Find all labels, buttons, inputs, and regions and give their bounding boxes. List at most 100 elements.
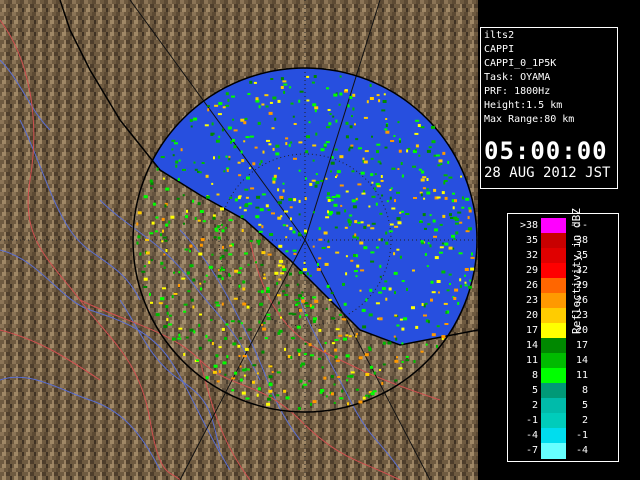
echo-pixel bbox=[425, 343, 428, 346]
echo-pixel bbox=[282, 189, 285, 193]
echo-pixel bbox=[354, 233, 357, 237]
echo-pixel bbox=[453, 238, 456, 240]
echo-pixel bbox=[189, 328, 194, 332]
echo-pixel bbox=[339, 155, 344, 159]
echo-pixel bbox=[201, 162, 205, 164]
echo-pixel bbox=[355, 335, 358, 338]
echo-pixel bbox=[283, 90, 286, 94]
echo-pixel bbox=[293, 123, 297, 125]
echo-pixel bbox=[233, 145, 237, 149]
echo-pixel bbox=[378, 291, 383, 294]
legend-color-swatch bbox=[541, 368, 566, 384]
echo-pixel bbox=[393, 135, 396, 137]
echo-pixel bbox=[248, 167, 251, 170]
echo-pixel bbox=[447, 160, 450, 164]
echo-pixel bbox=[441, 270, 446, 274]
echo-pixel bbox=[326, 284, 330, 288]
echo-pixel bbox=[301, 362, 306, 366]
echo-pixel bbox=[276, 282, 279, 285]
echo-pixel bbox=[308, 343, 312, 347]
legend-row: 29 32 bbox=[508, 263, 598, 279]
echo-pixel bbox=[222, 106, 226, 109]
echo-pixel bbox=[240, 322, 243, 325]
echo-pixel bbox=[181, 277, 186, 280]
echo-pixel bbox=[267, 209, 271, 211]
echo-pixel bbox=[199, 210, 204, 213]
echo-pixel bbox=[431, 333, 436, 337]
echo-pixel bbox=[429, 244, 432, 248]
echo-pixel bbox=[238, 284, 241, 288]
echo-pixel bbox=[326, 126, 331, 129]
echo-pixel bbox=[228, 155, 231, 158]
echo-pixel bbox=[207, 339, 212, 342]
echo-pixel bbox=[292, 249, 297, 252]
echo-pixel bbox=[173, 271, 175, 274]
radar-map-view[interactable] bbox=[0, 0, 478, 480]
legend-min-value: 8 bbox=[531, 370, 538, 381]
echo-pixel bbox=[278, 244, 283, 248]
echo-pixel bbox=[297, 407, 301, 410]
legend-color-swatch bbox=[541, 353, 566, 369]
echo-pixel bbox=[361, 192, 366, 195]
echo-pixel bbox=[370, 157, 374, 160]
echo-pixel bbox=[139, 252, 142, 256]
echo-pixel bbox=[263, 273, 266, 276]
echo-pixel bbox=[185, 336, 189, 339]
echo-pixel bbox=[334, 339, 339, 341]
legend-color-swatch bbox=[541, 248, 566, 264]
info-panel: ilts2 CAPPI CAPPI_0_1P5K Task: OYAMA PRF… bbox=[480, 27, 618, 189]
echo-pixel bbox=[293, 198, 297, 202]
echo-pixel bbox=[335, 328, 340, 331]
echo-pixel bbox=[341, 389, 344, 393]
echo-pixel bbox=[396, 217, 401, 221]
legend-color-swatch bbox=[541, 263, 566, 279]
echo-pixel bbox=[376, 143, 381, 146]
echo-pixel bbox=[276, 394, 280, 397]
echo-pixel bbox=[464, 284, 468, 287]
echo-pixel bbox=[427, 320, 430, 324]
echo-pixel bbox=[385, 297, 388, 301]
echo-pixel bbox=[247, 93, 251, 95]
echo-pixel bbox=[382, 100, 387, 103]
echo-pixel bbox=[418, 154, 421, 157]
echo-pixel bbox=[345, 272, 348, 276]
echo-pixel bbox=[208, 265, 213, 269]
echo-pixel bbox=[351, 115, 353, 118]
echo-pixel bbox=[256, 239, 261, 243]
echo-pixel bbox=[321, 247, 326, 249]
echo-pixel bbox=[405, 355, 409, 358]
echo-pixel bbox=[249, 135, 254, 138]
echo-pixel bbox=[376, 94, 380, 97]
echo-pixel bbox=[375, 302, 380, 305]
echo-pixel bbox=[335, 119, 338, 123]
echo-pixel bbox=[358, 400, 363, 404]
echo-pixel bbox=[384, 280, 388, 283]
echo-pixel bbox=[244, 252, 248, 255]
echo-pixel bbox=[301, 291, 304, 294]
echo-pixel bbox=[374, 173, 377, 176]
echo-pixel bbox=[395, 337, 398, 341]
echo-pixel bbox=[228, 274, 231, 277]
echo-pixel bbox=[285, 142, 288, 146]
echo-pixel bbox=[272, 177, 277, 181]
echo-pixel bbox=[275, 144, 280, 148]
echo-pixel bbox=[391, 167, 396, 170]
echo-pixel bbox=[221, 254, 225, 258]
echo-pixel bbox=[243, 209, 247, 212]
echo-pixel bbox=[401, 280, 405, 282]
echo-pixel bbox=[216, 193, 220, 196]
echo-pixel bbox=[469, 279, 472, 282]
echo-pixel bbox=[250, 187, 255, 190]
echo-pixel bbox=[160, 261, 164, 265]
echo-pixel bbox=[292, 313, 297, 316]
echo-pixel bbox=[141, 270, 146, 273]
echo-pixel bbox=[365, 373, 370, 376]
echo-pixel bbox=[367, 394, 370, 398]
echo-pixel bbox=[328, 122, 332, 126]
echo-pixel bbox=[378, 317, 383, 321]
echo-pixel bbox=[334, 355, 338, 359]
echo-pixel bbox=[178, 333, 181, 337]
echo-pixel bbox=[278, 167, 280, 170]
echo-pixel bbox=[178, 271, 181, 274]
echo-pixel bbox=[389, 223, 394, 226]
